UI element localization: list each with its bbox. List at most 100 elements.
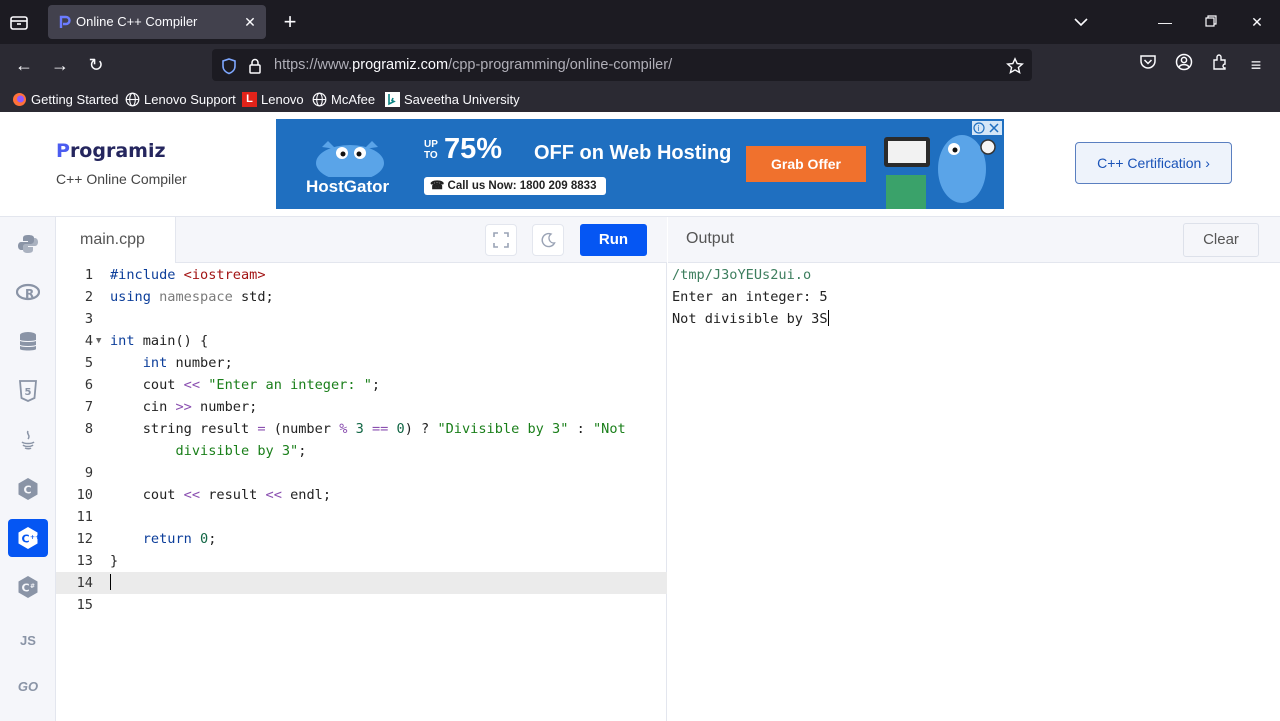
code-text: return 0; xyxy=(142,531,217,547)
code-text: cout << "Enter an integer: "; xyxy=(110,377,381,393)
close-tab-icon[interactable]: ✕ xyxy=(240,12,260,32)
svg-text:++: ++ xyxy=(30,534,39,541)
code-line[interactable]: 15 xyxy=(56,594,667,616)
code-line[interactable]: 5 int number; xyxy=(56,352,667,374)
code-line[interactable]: divisible by 3"; xyxy=(56,440,667,462)
ad-gator-laptop-illustration xyxy=(876,125,1000,209)
bookmark-star-icon[interactable] xyxy=(1006,57,1024,75)
code-line[interactable]: 4 ▼ int main() { xyxy=(56,330,667,352)
code-line[interactable]: 1 #include <iostream> xyxy=(56,264,667,286)
code-line[interactable]: 12 return 0; xyxy=(56,528,667,550)
output-line: Not divisible by 3S xyxy=(672,310,829,327)
bookmark-lenovo-support[interactable]: Lenovo Support xyxy=(125,90,236,108)
code-editor[interactable]: 1 #include <iostream> 2 using namespace std… xyxy=(56,263,667,721)
bookmark-getting-started[interactable]: Getting Started xyxy=(12,90,118,108)
bookmarks-toolbar: Getting Started Lenovo Support L Lenovo … xyxy=(0,86,1280,112)
html5-icon[interactable]: 5 xyxy=(8,372,48,410)
c-language-icon[interactable]: C xyxy=(8,470,48,508)
dark-mode-moon-icon[interactable] xyxy=(532,224,564,256)
code-line[interactable]: 10 cout << result << endl; xyxy=(56,484,667,506)
shield-icon[interactable] xyxy=(220,57,238,75)
code-text xyxy=(110,572,111,594)
browser-tab[interactable]: Online C++ Compiler ✕ xyxy=(48,5,266,39)
sql-database-icon[interactable] xyxy=(8,323,48,361)
csharp-language-icon[interactable]: C # xyxy=(8,568,48,606)
code-line[interactable]: 6 cout << "Enter an integer: "; xyxy=(56,374,667,396)
fold-arrow-icon[interactable]: ▼ xyxy=(96,330,101,352)
close-window-icon[interactable]: ✕ xyxy=(1242,8,1272,36)
line-number: 6 xyxy=(84,377,93,393)
grab-offer-button[interactable]: Grab Offer xyxy=(746,146,866,182)
line-number: 9 xyxy=(84,465,93,481)
code-line[interactable]: 2 using namespace std; xyxy=(56,286,667,308)
r-language-icon[interactable]: R xyxy=(8,274,48,312)
new-tab-icon[interactable]: + xyxy=(280,10,300,34)
tab-title: Online C++ Compiler xyxy=(76,14,198,29)
line-number: 7 xyxy=(84,399,93,415)
address-bar[interactable]: https://www.programiz.com/cpp-programmin… xyxy=(212,49,1032,81)
code-text: using namespace std; xyxy=(110,289,274,305)
line-number: 4 xyxy=(84,333,93,349)
code-line[interactable]: 7 cin >> number; xyxy=(56,396,667,418)
bookmark-saveetha-university[interactable]: Saveetha University xyxy=(385,90,520,108)
go-language-icon[interactable]: GO xyxy=(8,667,48,705)
back-icon[interactable]: ← xyxy=(12,53,36,77)
browser-tab-bar: Online C++ Compiler ✕ + — ✕ xyxy=(0,0,1280,44)
bing-icon xyxy=(385,91,400,107)
line-number: 5 xyxy=(84,355,93,371)
code-line[interactable]: 14 xyxy=(56,572,667,594)
reload-icon[interactable]: ↻ xyxy=(84,53,108,77)
line-number: 8 xyxy=(84,421,93,437)
editor-toolbar: main.cpp Run xyxy=(56,217,667,263)
list-all-tabs-icon[interactable] xyxy=(1066,8,1096,36)
cpp-language-icon[interactable]: C ++ xyxy=(8,519,48,557)
bookmark-lenovo[interactable]: L Lenovo xyxy=(242,90,304,108)
advertisement-banner[interactable]: UP TO 75% OFF on Web Hosting HostGator ☎… xyxy=(276,119,1004,209)
file-tab-main-cpp[interactable]: main.cpp xyxy=(56,217,176,263)
cpp-certification-button[interactable]: C++ Certification › xyxy=(1075,142,1232,184)
fullscreen-icon[interactable] xyxy=(485,224,517,256)
navigation-bar: ← → ↻ https://www.programiz.com/cpp-prog… xyxy=(0,44,1280,86)
clear-output-button[interactable]: Clear xyxy=(1183,223,1259,257)
bookmark-mcafee[interactable]: McAfee xyxy=(312,90,375,108)
svg-text:C: C xyxy=(22,582,30,595)
output-title: Output xyxy=(686,230,735,247)
output-toolbar: Output Clear xyxy=(668,217,1280,263)
account-icon[interactable] xyxy=(1172,53,1196,77)
code-line[interactable]: 13} xyxy=(56,550,667,572)
code-text: string result = (number % 3 == 0) ? "Div… xyxy=(110,421,626,437)
page-content: Programiz C++ Online Compiler UP TO 75% … xyxy=(0,112,1280,721)
ad-choices-close-icon[interactable]: i xyxy=(972,121,1002,135)
javascript-icon[interactable]: JS xyxy=(8,621,48,659)
programiz-logo[interactable]: Programiz xyxy=(56,140,166,162)
line-number: 3 xyxy=(84,311,93,327)
pocket-icon[interactable] xyxy=(1136,53,1160,77)
output-console[interactable]: /tmp/J3oYEUs2ui.o Enter an integer: 5 Not … xyxy=(668,263,1280,721)
code-line[interactable]: 9 xyxy=(56,462,667,484)
url-text[interactable]: https://www.programiz.com/cpp-programmin… xyxy=(274,57,672,73)
restore-icon[interactable] xyxy=(1196,8,1226,36)
globe-icon xyxy=(125,92,140,107)
globe-icon xyxy=(312,92,327,107)
run-button[interactable]: Run xyxy=(580,224,647,256)
forward-icon[interactable]: → xyxy=(48,53,72,77)
lock-icon[interactable] xyxy=(246,57,264,75)
code-text: } xyxy=(110,553,119,569)
code-text: cout << result << endl; xyxy=(110,487,332,503)
line-number: 10 xyxy=(76,487,93,503)
code-text: #include <iostream> xyxy=(110,267,266,283)
language-sidebar: R 5 C C ++ C # JS GO xyxy=(0,217,56,721)
page-subtitle: C++ Online Compiler xyxy=(56,171,187,187)
text-cursor xyxy=(827,310,829,326)
tab-list-icon[interactable] xyxy=(8,12,30,32)
menu-icon[interactable]: ≡ xyxy=(1244,53,1268,77)
extensions-icon[interactable] xyxy=(1208,53,1232,77)
code-line[interactable]: 11 xyxy=(56,506,667,528)
java-icon[interactable] xyxy=(8,421,48,459)
minimize-icon[interactable]: — xyxy=(1150,8,1180,36)
svg-text:i: i xyxy=(978,124,980,133)
output-line: Enter an integer: 5 xyxy=(672,289,828,305)
code-line[interactable]: 8 string result = (number % 3 == 0) ? "D… xyxy=(56,418,667,440)
code-line[interactable]: 3 xyxy=(56,308,667,330)
python-icon[interactable] xyxy=(8,225,48,263)
